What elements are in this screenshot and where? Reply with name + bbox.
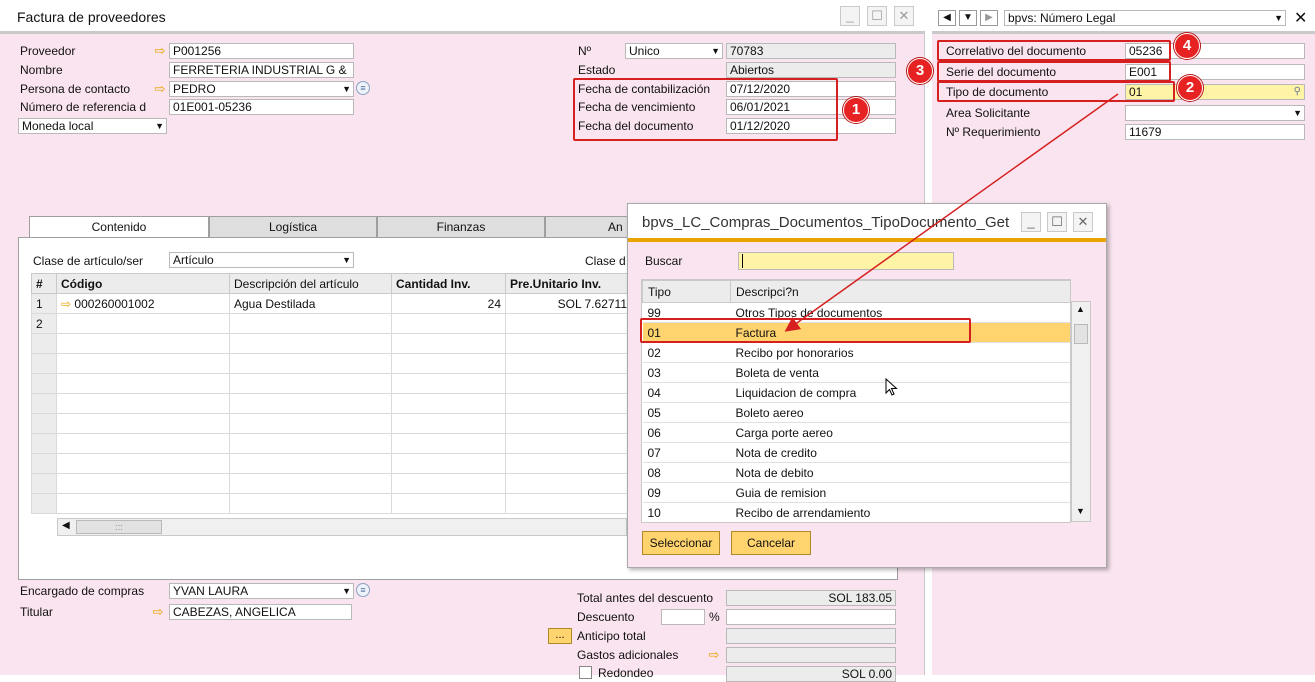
annotation-arrow <box>784 93 1119 332</box>
